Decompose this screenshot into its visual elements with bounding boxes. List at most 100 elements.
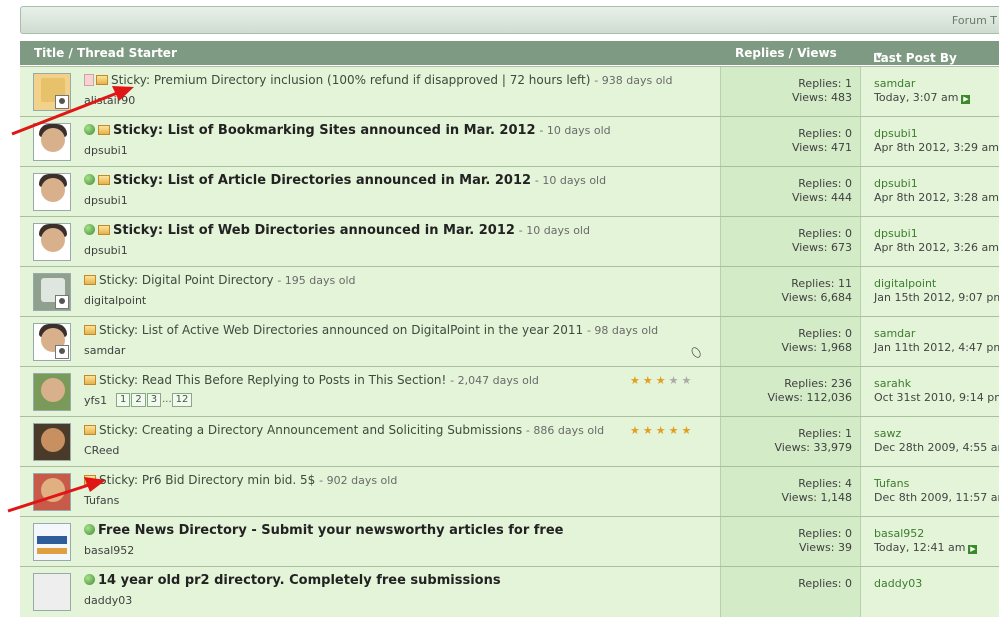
avatar[interactable] xyxy=(33,123,71,161)
thread-row: Sticky: Creating a Directory Announcemen… xyxy=(20,416,999,467)
avatar[interactable] xyxy=(33,573,71,611)
last-poster-link[interactable]: dpsubi1 xyxy=(874,127,999,141)
last-poster-link[interactable]: samdar xyxy=(874,77,970,91)
page-ellipsis: ... xyxy=(162,394,172,405)
forum-tools-link[interactable]: Forum T xyxy=(952,14,997,27)
view-count: Views: 33,979 xyxy=(774,441,852,454)
last-poster-link[interactable]: dpsubi1 xyxy=(874,227,999,241)
last-post-date: Apr 8th 2012, 3:29 am xyxy=(874,141,999,154)
thread-row: Sticky: Premium Directory inclusion (100… xyxy=(20,66,999,117)
view-count: Views: 1,968 xyxy=(781,341,852,354)
thread-row: Sticky: List of Bookmarking Sites announ… xyxy=(20,116,999,167)
last-post-date: Apr 8th 2012, 3:28 am xyxy=(874,191,999,204)
thread-title-link[interactable]: Sticky: Read This Before Replying to Pos… xyxy=(99,373,446,387)
last-post-date: Dec 8th 2009, 11:57 am xyxy=(874,491,999,504)
last-post-date: Oct 31st 2010, 9:14 pm xyxy=(874,391,999,404)
view-count: Views: 112,036 xyxy=(767,391,852,404)
thread-title-link[interactable]: Sticky: List of Active Web Directories a… xyxy=(99,323,583,337)
thread-age: - 195 days old xyxy=(277,274,356,287)
avatar[interactable] xyxy=(33,173,71,211)
avatar[interactable] xyxy=(33,223,71,261)
thread-starter-link[interactable]: basal952 xyxy=(84,544,134,557)
last-poster-link[interactable]: dpsubi1 xyxy=(874,177,999,191)
reply-count: Replies: 0 xyxy=(798,127,852,140)
star-filled-icon: ★ xyxy=(630,424,643,437)
thread-status-icon xyxy=(98,125,110,135)
avatar[interactable] xyxy=(33,473,71,511)
thread-title-link[interactable]: Sticky: Creating a Directory Announcemen… xyxy=(99,423,522,437)
last-poster-link[interactable]: Tufans xyxy=(874,477,999,491)
thread-title-link[interactable]: Free News Directory - Submit your newswo… xyxy=(98,523,563,538)
last-poster-link[interactable]: digitalpoint xyxy=(874,277,999,291)
last-post-date: Dec 28th 2009, 4:55 am xyxy=(874,441,999,454)
thread-title-link[interactable]: Sticky: List of Article Directories anno… xyxy=(113,173,531,188)
view-count: Views: 444 xyxy=(791,191,852,204)
page-link[interactable]: 3 xyxy=(146,393,162,407)
new-posts-icon xyxy=(84,224,95,235)
thread-starter-link[interactable]: CReed xyxy=(84,444,119,457)
thread-starter-link[interactable]: dpsubi1 xyxy=(84,144,128,157)
avatar[interactable] xyxy=(33,423,71,461)
last-poster-link[interactable]: basal952 xyxy=(874,527,977,541)
thread-title-link[interactable]: Sticky: List of Web Directories announce… xyxy=(113,223,515,238)
page-link[interactable]: 12 xyxy=(171,393,193,407)
reply-count: Replies: 0 xyxy=(798,177,852,190)
last-poster-link[interactable]: samdar xyxy=(874,327,999,341)
avatar[interactable] xyxy=(33,523,71,561)
last-poster-link[interactable]: daddy03 xyxy=(874,577,922,591)
last-post-date: Today, 3:07 am xyxy=(874,91,959,104)
star-filled-icon: ★ xyxy=(642,374,656,387)
thread-page-links: 1 2 3... 12 xyxy=(116,393,193,407)
page-link[interactable]: 1 xyxy=(116,393,131,407)
thread-status-icon xyxy=(96,75,108,85)
last-poster-link[interactable]: sarahk xyxy=(874,377,999,391)
thread-title-link[interactable]: Sticky: Digital Point Directory xyxy=(99,273,274,287)
thread-starter-link[interactable]: dpsubi1 xyxy=(84,244,128,257)
last-post-date: Jan 11th 2012, 4:47 pm xyxy=(874,341,999,354)
thread-starter-link[interactable]: digitalpoint xyxy=(84,294,146,307)
star-empty-icon: ★ xyxy=(668,374,682,387)
thread-age: - 2,047 days old xyxy=(450,374,539,387)
last-post-date: Today, 12:41 am xyxy=(874,541,966,554)
thread-title-link[interactable]: Sticky: List of Bookmarking Sites announ… xyxy=(113,123,536,138)
thread-row: Free News Directory - Submit your newswo… xyxy=(20,516,999,567)
thread-status-icon xyxy=(84,325,96,335)
thread-rating: ★★★★★ xyxy=(630,424,694,437)
page-link[interactable]: 2 xyxy=(131,393,146,407)
tag-icon: ⬯ xyxy=(688,343,705,363)
sort-by-title[interactable]: Title / Thread Starter xyxy=(34,46,177,60)
thread-title-link[interactable]: Sticky: Pr6 Bid Directory min bid. 5$ xyxy=(99,473,315,487)
avatar[interactable] xyxy=(33,373,71,411)
thread-age: - 98 days old xyxy=(586,324,659,337)
avatar[interactable] xyxy=(33,273,71,311)
thread-title-link[interactable]: Sticky: Premium Directory inclusion (100… xyxy=(111,73,590,87)
thread-age: - 10 days old xyxy=(518,224,590,237)
star-filled-icon: ★ xyxy=(681,424,695,437)
thread-starter-link[interactable]: Tufans xyxy=(84,494,119,507)
star-filled-icon: ★ xyxy=(668,424,682,437)
star-filled-icon: ★ xyxy=(655,424,669,437)
go-to-last-post-icon[interactable]: ▶ xyxy=(961,95,971,104)
sort-by-replies[interactable]: Replies / Views xyxy=(735,46,837,60)
view-count: Views: 673 xyxy=(791,241,852,254)
thread-row: Sticky: Pr6 Bid Directory min bid. 5$ - … xyxy=(20,466,999,517)
thread-starter-link[interactable]: yfs1 xyxy=(84,394,107,407)
thread-title-link[interactable]: 14 year old pr2 directory. Completely fr… xyxy=(98,573,501,588)
view-count: Views: 483 xyxy=(791,91,852,104)
sort-desc-icon: ▼ xyxy=(876,51,883,60)
new-posts-icon xyxy=(84,174,95,185)
avatar[interactable] xyxy=(33,73,71,111)
last-poster-link[interactable]: sawz xyxy=(874,427,999,441)
thread-starter-link[interactable]: daddy03 xyxy=(84,594,132,607)
reply-count: Replies: 0 xyxy=(798,227,852,240)
pages-icon xyxy=(84,74,94,86)
thread-status-icon xyxy=(98,225,110,235)
avatar[interactable] xyxy=(33,323,71,361)
view-count: Views: 6,684 xyxy=(781,291,852,304)
thread-starter-link[interactable]: alistair90 xyxy=(84,94,135,107)
thread-starter-link[interactable]: samdar xyxy=(84,344,125,357)
go-to-last-post-icon[interactable]: ▶ xyxy=(968,545,978,554)
thread-status-icon xyxy=(84,275,96,285)
star-empty-icon: ★ xyxy=(681,374,695,387)
thread-starter-link[interactable]: dpsubi1 xyxy=(84,194,128,207)
